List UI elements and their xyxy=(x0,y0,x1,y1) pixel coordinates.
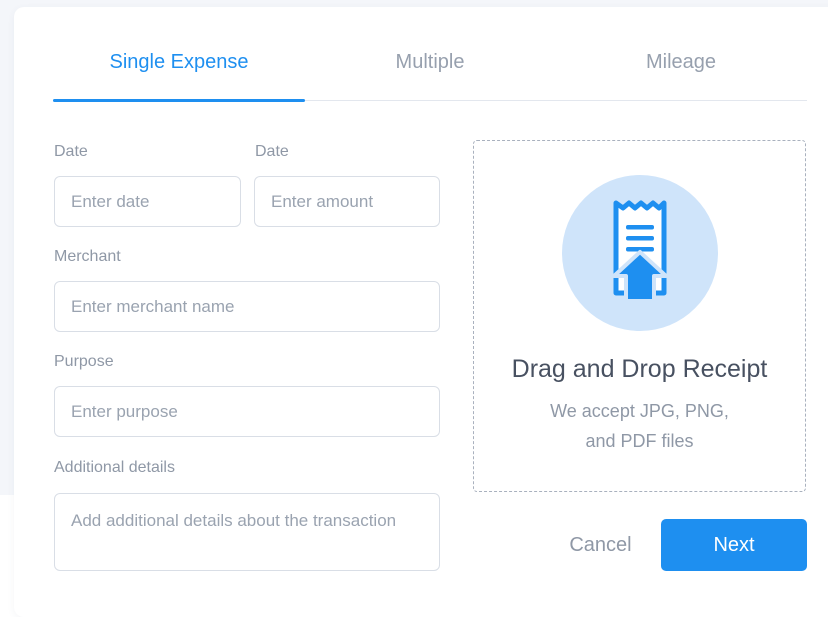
details-textarea[interactable] xyxy=(54,493,440,571)
tab-mileage[interactable]: Mileage xyxy=(555,40,807,101)
tab-multiple[interactable]: Multiple xyxy=(305,40,555,101)
dropzone-subtitle-line2: and PDF files xyxy=(585,431,694,451)
purpose-label: Purpose xyxy=(54,353,114,370)
purpose-input[interactable] xyxy=(54,386,440,437)
details-label: Additional details xyxy=(54,459,175,476)
date-input[interactable] xyxy=(54,176,241,227)
merchant-label: Merchant xyxy=(54,248,121,265)
expense-type-tabs: Single Expense Multiple Mileage xyxy=(53,40,807,102)
merchant-input[interactable] xyxy=(54,281,440,332)
active-tab-indicator xyxy=(53,99,305,102)
dropzone-title: Drag and Drop Receipt xyxy=(511,355,768,383)
amount-label: Date xyxy=(255,143,289,160)
dropzone-subtitle-line1: We accept JPG, PNG, xyxy=(550,401,729,421)
amount-input[interactable] xyxy=(254,176,440,227)
tab-single-expense[interactable]: Single Expense xyxy=(53,40,305,101)
cancel-button[interactable]: Cancel xyxy=(548,519,653,571)
receipt-upload-icon xyxy=(562,175,718,331)
next-button[interactable]: Next xyxy=(661,519,807,571)
receipt-dropzone[interactable]: Drag and Drop Receipt We accept JPG, PNG… xyxy=(473,140,806,492)
date-label: Date xyxy=(54,143,88,160)
